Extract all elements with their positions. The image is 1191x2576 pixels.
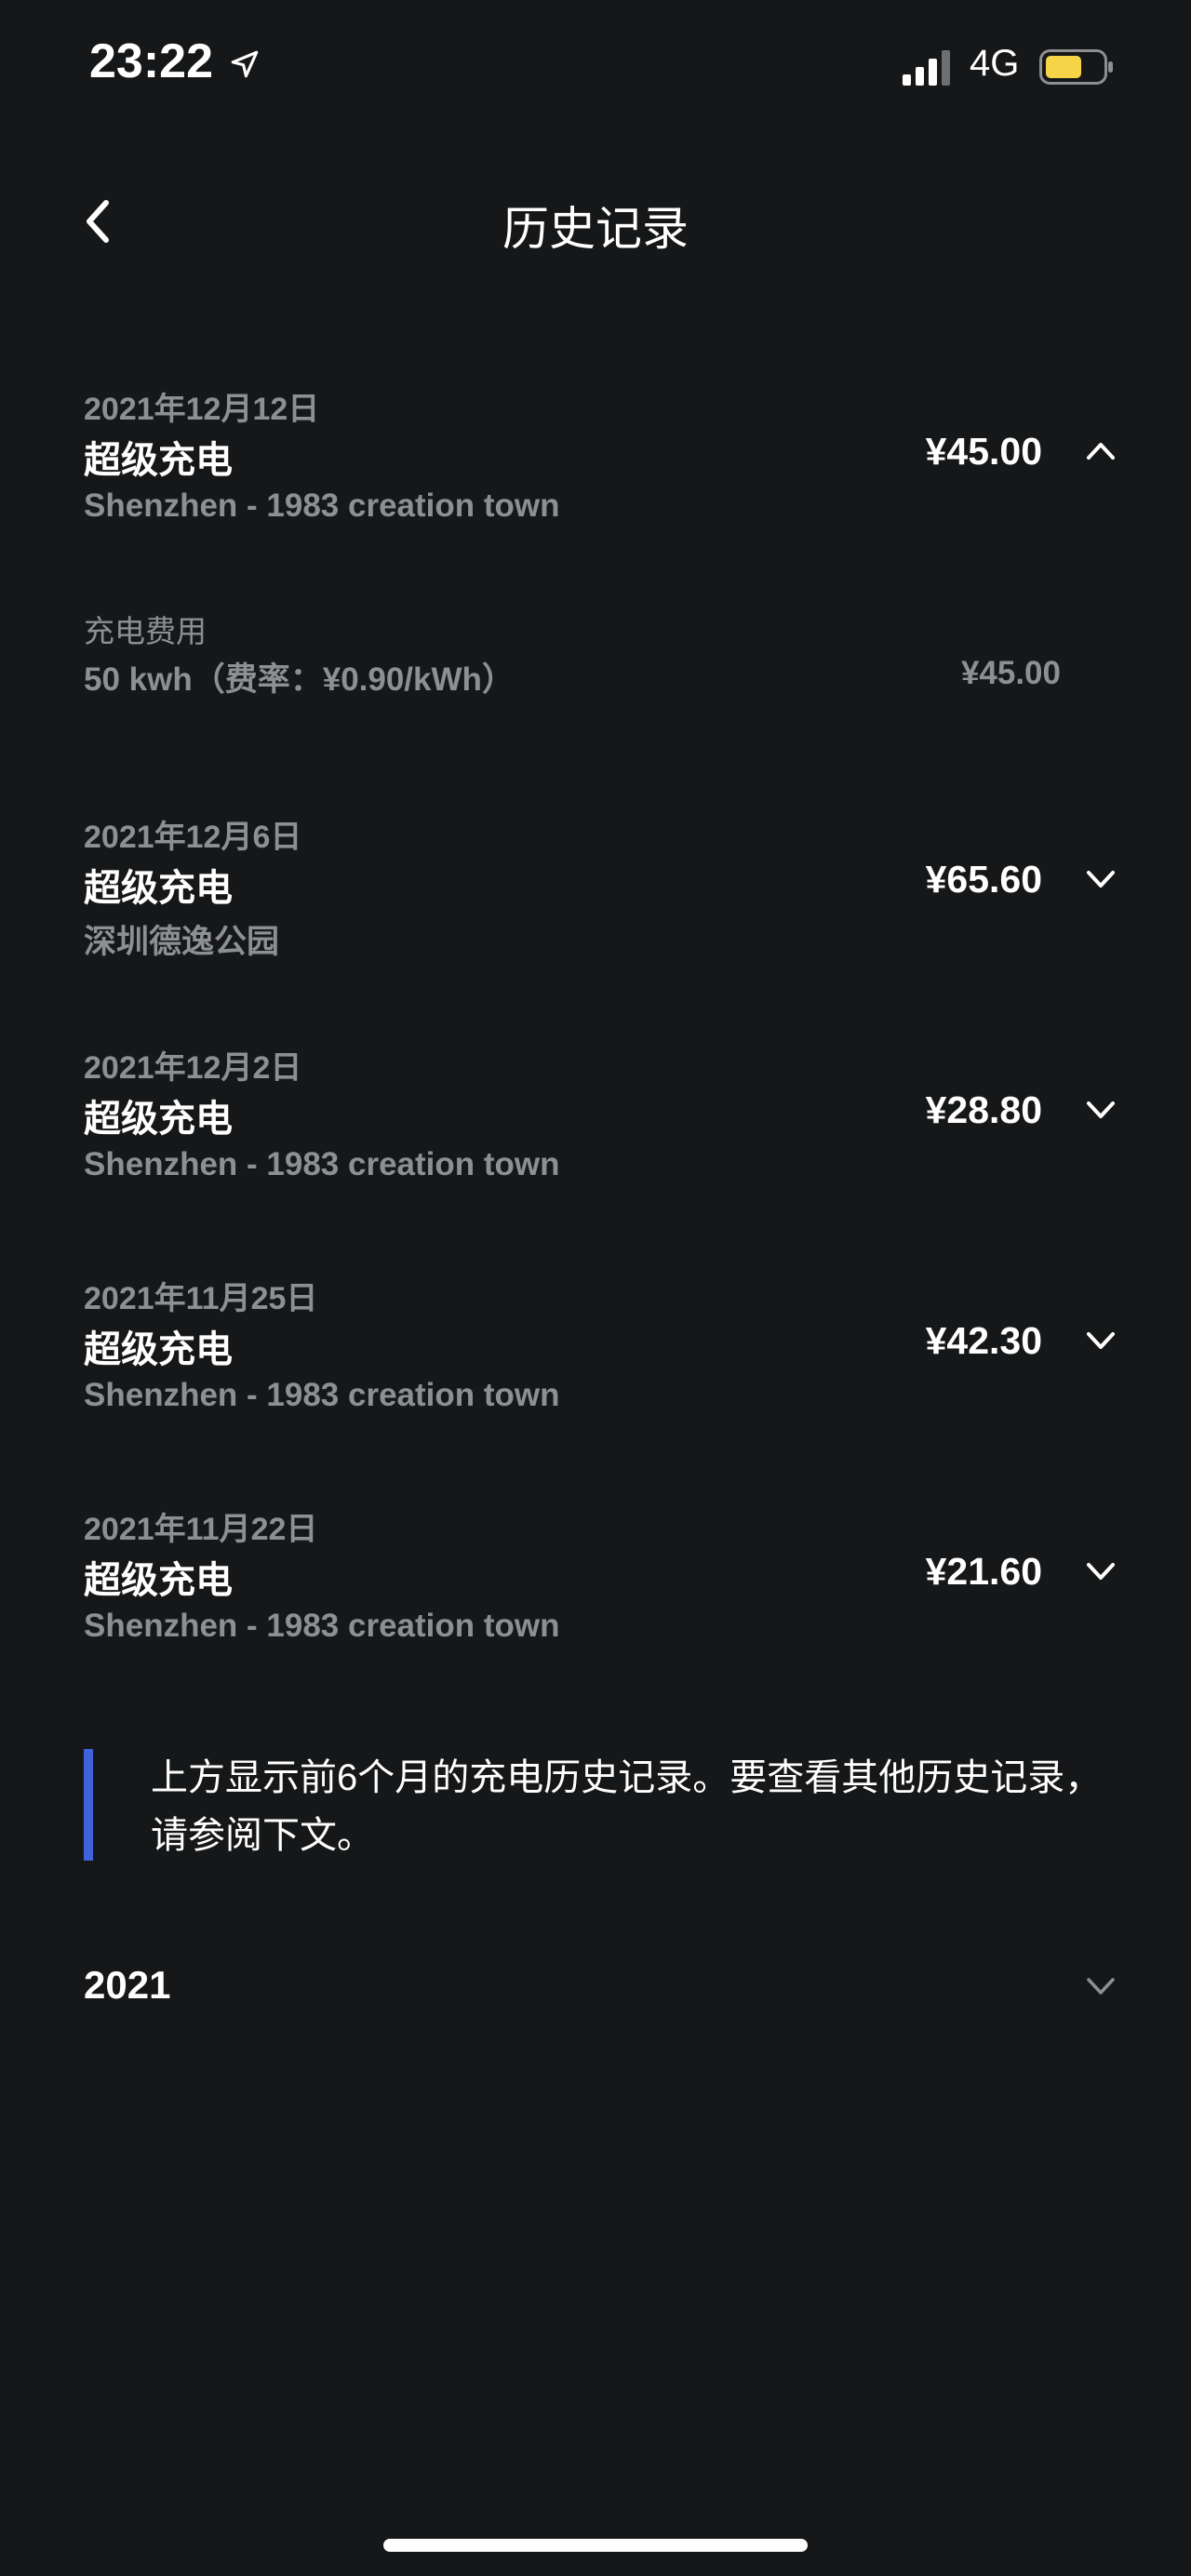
history-entry-3[interactable]: 2021年12月2日 超级充电 Shenzhen - 1983 creation…: [84, 1042, 1117, 1191]
location-arrow-icon: [231, 50, 259, 78]
entry-type: 超级充电: [84, 1560, 233, 1601]
entry-amount: ¥45.00: [925, 430, 1042, 473]
entry-type: 超级充电: [84, 1329, 233, 1370]
history-entry-1[interactable]: 2021年12月12日 超级充电 Shenzhen - 1983 creatio…: [84, 383, 1117, 532]
entry-amount: ¥28.80: [925, 1088, 1042, 1131]
year-section-2021[interactable]: 2021: [84, 1954, 1117, 2019]
notice-accent-bar: [84, 1749, 93, 1861]
network-type: 4G: [970, 43, 1020, 84]
entry-date: 2021年11月22日: [84, 1512, 318, 1547]
year-label: 2021: [84, 1963, 171, 2007]
entry-date: 2021年12月12日: [84, 392, 320, 427]
chevron-down-icon[interactable]: [1085, 1098, 1117, 1120]
entry-type: 超级充电: [84, 868, 233, 909]
chevron-down-icon[interactable]: [1085, 1974, 1117, 1996]
history-entry-2[interactable]: 2021年12月6日 超级充电 深圳德逸公园 ¥65.60: [84, 811, 1117, 960]
battery-icon: [1039, 49, 1113, 85]
entry-1-detail: 充电费用 50 kwh（费率：¥0.90/kWh） ¥45.00: [84, 607, 1061, 700]
entry-amount: ¥21.60: [925, 1550, 1042, 1593]
entry-amount: ¥42.30: [925, 1319, 1042, 1362]
chevron-down-icon[interactable]: [1085, 1559, 1117, 1582]
entry-location: Shenzhen - 1983 creation town: [84, 1146, 560, 1182]
status-time: 23:22: [89, 34, 213, 88]
entry-date: 2021年11月25日: [84, 1281, 318, 1316]
entry-type: 超级充电: [84, 440, 233, 481]
detail-label: 充电费用: [84, 614, 207, 648]
detail-rate: 50 kwh（费率：¥0.90/kWh）: [84, 661, 515, 698]
entry-date: 2021年12月6日: [84, 820, 302, 855]
notice-text: 上方显示前6个月的充电历史记录。要查看其他历史记录，请参阅下文。: [151, 1757, 1103, 1856]
cellular-signal-icon: [903, 50, 950, 86]
entry-location: Shenzhen - 1983 creation town: [84, 1608, 560, 1644]
home-indicator[interactable]: [383, 2539, 808, 2552]
entry-location: Shenzhen - 1983 creation town: [84, 1377, 560, 1413]
chevron-up-icon[interactable]: [1085, 439, 1117, 461]
entry-location: 深圳德逸公园: [84, 924, 280, 960]
page-title: 历史记录: [502, 203, 689, 255]
chevron-down-icon[interactable]: [1085, 867, 1117, 889]
history-entry-4[interactable]: 2021年11月25日 超级充电 Shenzhen - 1983 creatio…: [84, 1273, 1117, 1421]
history-entry-5[interactable]: 2021年11月22日 超级充电 Shenzhen - 1983 creatio…: [84, 1503, 1117, 1652]
chevron-down-icon[interactable]: [1085, 1328, 1117, 1351]
entry-location: Shenzhen - 1983 creation town: [84, 487, 560, 524]
entry-amount: ¥65.60: [925, 858, 1042, 901]
detail-amount: ¥45.00: [960, 655, 1061, 691]
entry-type: 超级充电: [84, 1099, 233, 1140]
entry-date: 2021年12月2日: [84, 1050, 302, 1086]
history-notice: 上方显示前6个月的充电历史记录。要查看其他历史记录，请参阅下文。: [84, 1749, 1117, 1862]
